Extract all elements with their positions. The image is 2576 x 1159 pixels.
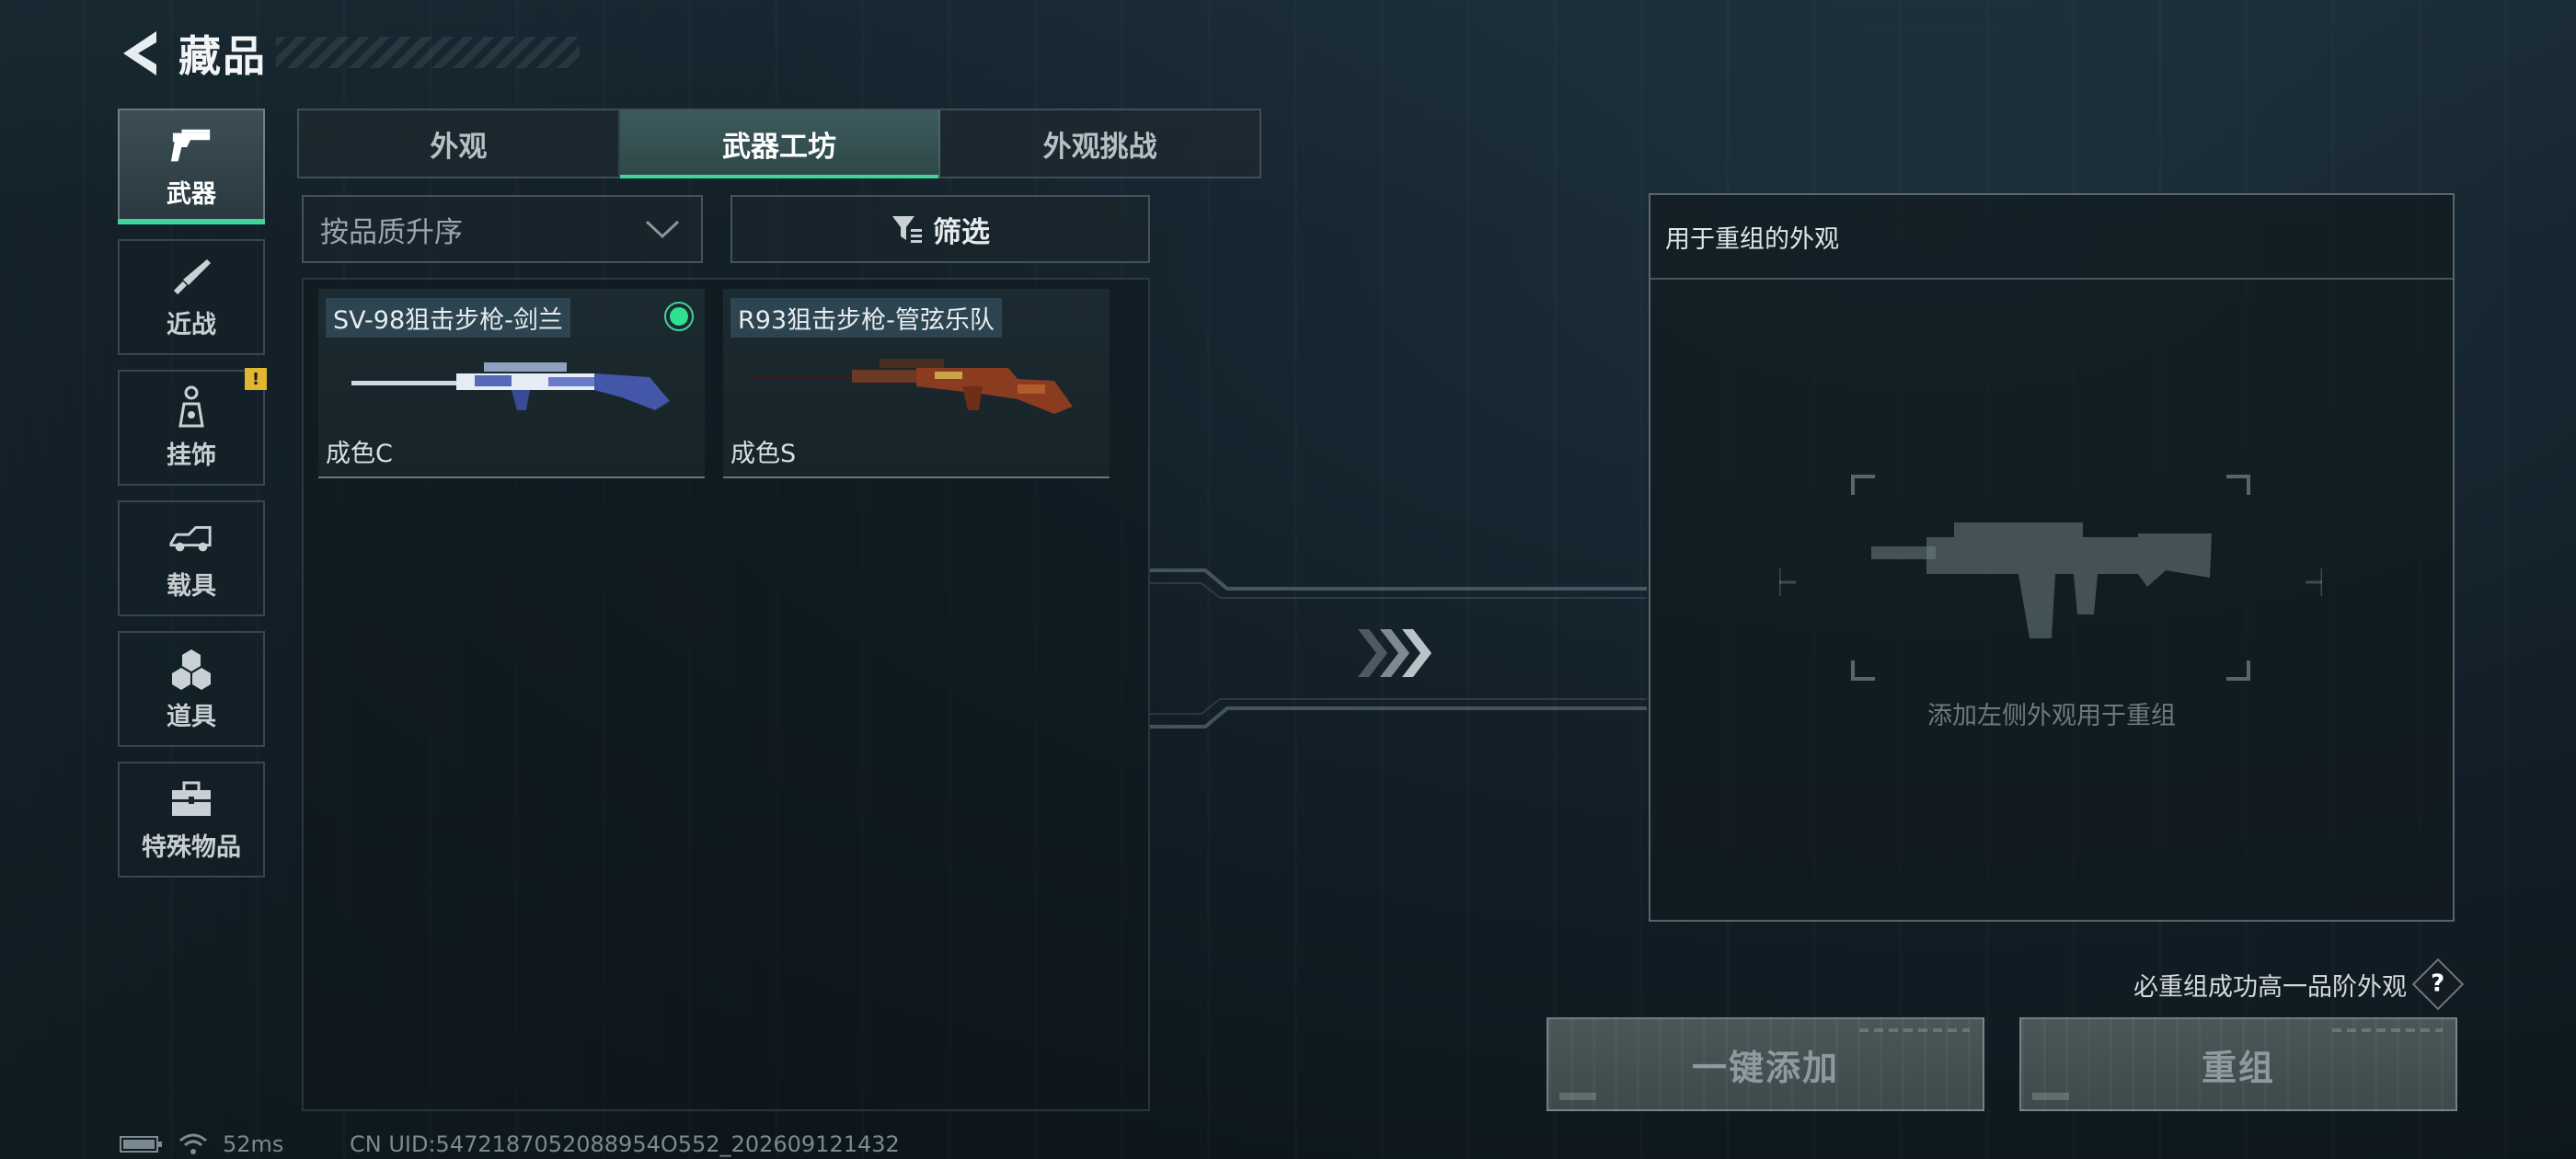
knife-icon <box>169 255 213 299</box>
add-all-label: 一键添加 <box>1691 1047 1839 1088</box>
category-label: 挂饰 <box>167 441 216 470</box>
filter-icon <box>892 216 922 243</box>
category-label: 武器 <box>167 179 216 209</box>
guarantee-info: 必重组成功高一品阶外观 ? <box>2133 958 2465 1011</box>
status-bar: 52ms <box>120 1131 283 1157</box>
reorganize-panel: 用于重组的外观 添加左侧外观用于重组 <box>1649 193 2455 922</box>
skin-grade: 成色S <box>730 440 797 468</box>
category-label: 特殊物品 <box>142 832 241 862</box>
skin-name: R93狙击步枪-管弦乐队 <box>730 298 1002 338</box>
skin-grade: 成色C <box>326 440 393 468</box>
toolbox-icon <box>169 777 213 821</box>
button-decoration <box>1859 1028 1970 1032</box>
equipped-indicator <box>664 302 694 331</box>
tab-appearance-challenge[interactable]: 外观挑战 <box>940 110 1259 177</box>
pistol-icon <box>169 124 213 168</box>
back-button[interactable] <box>118 28 164 79</box>
title-decoration <box>276 37 580 68</box>
sniper-rifle-image <box>351 362 670 410</box>
vehicle-icon <box>169 516 213 560</box>
add-all-button[interactable]: 一键添加 <box>1547 1017 1984 1111</box>
category-special[interactable]: 特殊物品 <box>118 762 265 878</box>
grenades-icon <box>169 647 213 691</box>
reorganize-label: 重组 <box>2201 1047 2275 1088</box>
category-melee[interactable]: 近战 <box>118 239 265 355</box>
page-title: 藏品 <box>178 31 267 81</box>
reorganize-slot[interactable] <box>1777 467 2324 688</box>
filter-button[interactable]: 筛选 <box>730 195 1150 263</box>
category-vehicles[interactable]: 载具 <box>118 500 265 616</box>
new-badge: ! <box>245 368 267 390</box>
transfer-arrow-icon <box>1358 629 1432 677</box>
back-arrow-icon <box>123 31 156 75</box>
category-weapons[interactable]: 武器 <box>118 109 265 224</box>
tab-bar: 外观 武器工坊 外观挑战 <box>297 109 1261 178</box>
button-decoration <box>2332 1028 2443 1032</box>
guarantee-text: 必重组成功高一品阶外观 <box>2133 972 2407 1002</box>
category-nav: 武器 近战 挂饰 ! 载具 道具 特殊物品 <box>118 109 267 892</box>
button-decoration <box>1559 1093 1596 1100</box>
category-label: 道具 <box>167 702 216 731</box>
tab-weapon-workshop[interactable]: 武器工坊 <box>619 110 941 178</box>
sniper-rifle-image <box>751 359 1073 414</box>
sort-selected-value: 按品质升序 <box>320 215 463 249</box>
category-label: 载具 <box>167 571 216 601</box>
question-icon: ? <box>2431 970 2445 998</box>
reorganize-button[interactable]: 重组 <box>2019 1017 2457 1111</box>
skin-name: SV-98狙击步枪-剑兰 <box>326 298 570 338</box>
button-decoration <box>2032 1093 2069 1100</box>
reorganize-header: 用于重组的外观 <box>1650 195 2453 280</box>
skin-list-panel: SV-98狙击步枪-剑兰 成色C R93狙击步枪-管弦乐队 成色S <box>302 278 1150 1111</box>
ping-text: 52ms <box>223 1131 284 1157</box>
reorganize-title: 用于重组的外观 <box>1665 224 1839 254</box>
sort-dropdown[interactable]: 按品质升序 <box>302 195 703 263</box>
filter-label: 筛选 <box>933 215 990 249</box>
reorganize-hint: 添加左侧外观用于重组 <box>1927 702 2176 730</box>
battery-icon <box>120 1136 162 1153</box>
category-label: 近战 <box>167 310 216 339</box>
skin-card[interactable]: SV-98狙击步枪-剑兰 成色C <box>318 289 705 478</box>
tab-appearance[interactable]: 外观 <box>299 110 620 177</box>
wifi-icon <box>179 1133 207 1154</box>
chevron-down-icon <box>645 220 680 239</box>
charm-icon <box>169 385 213 430</box>
help-button[interactable]: ? <box>2411 958 2465 1011</box>
rifle-placeholder-icon <box>1777 475 2324 681</box>
category-items[interactable]: 道具 <box>118 631 265 747</box>
uid-text: CN UID:5472187052088954O552_202609121432 <box>350 1131 900 1157</box>
page-header: 藏品 <box>118 26 267 81</box>
skin-card[interactable]: R93狙击步枪-管弦乐队 成色S <box>723 289 1110 478</box>
category-charms[interactable]: 挂饰 ! <box>118 368 267 486</box>
